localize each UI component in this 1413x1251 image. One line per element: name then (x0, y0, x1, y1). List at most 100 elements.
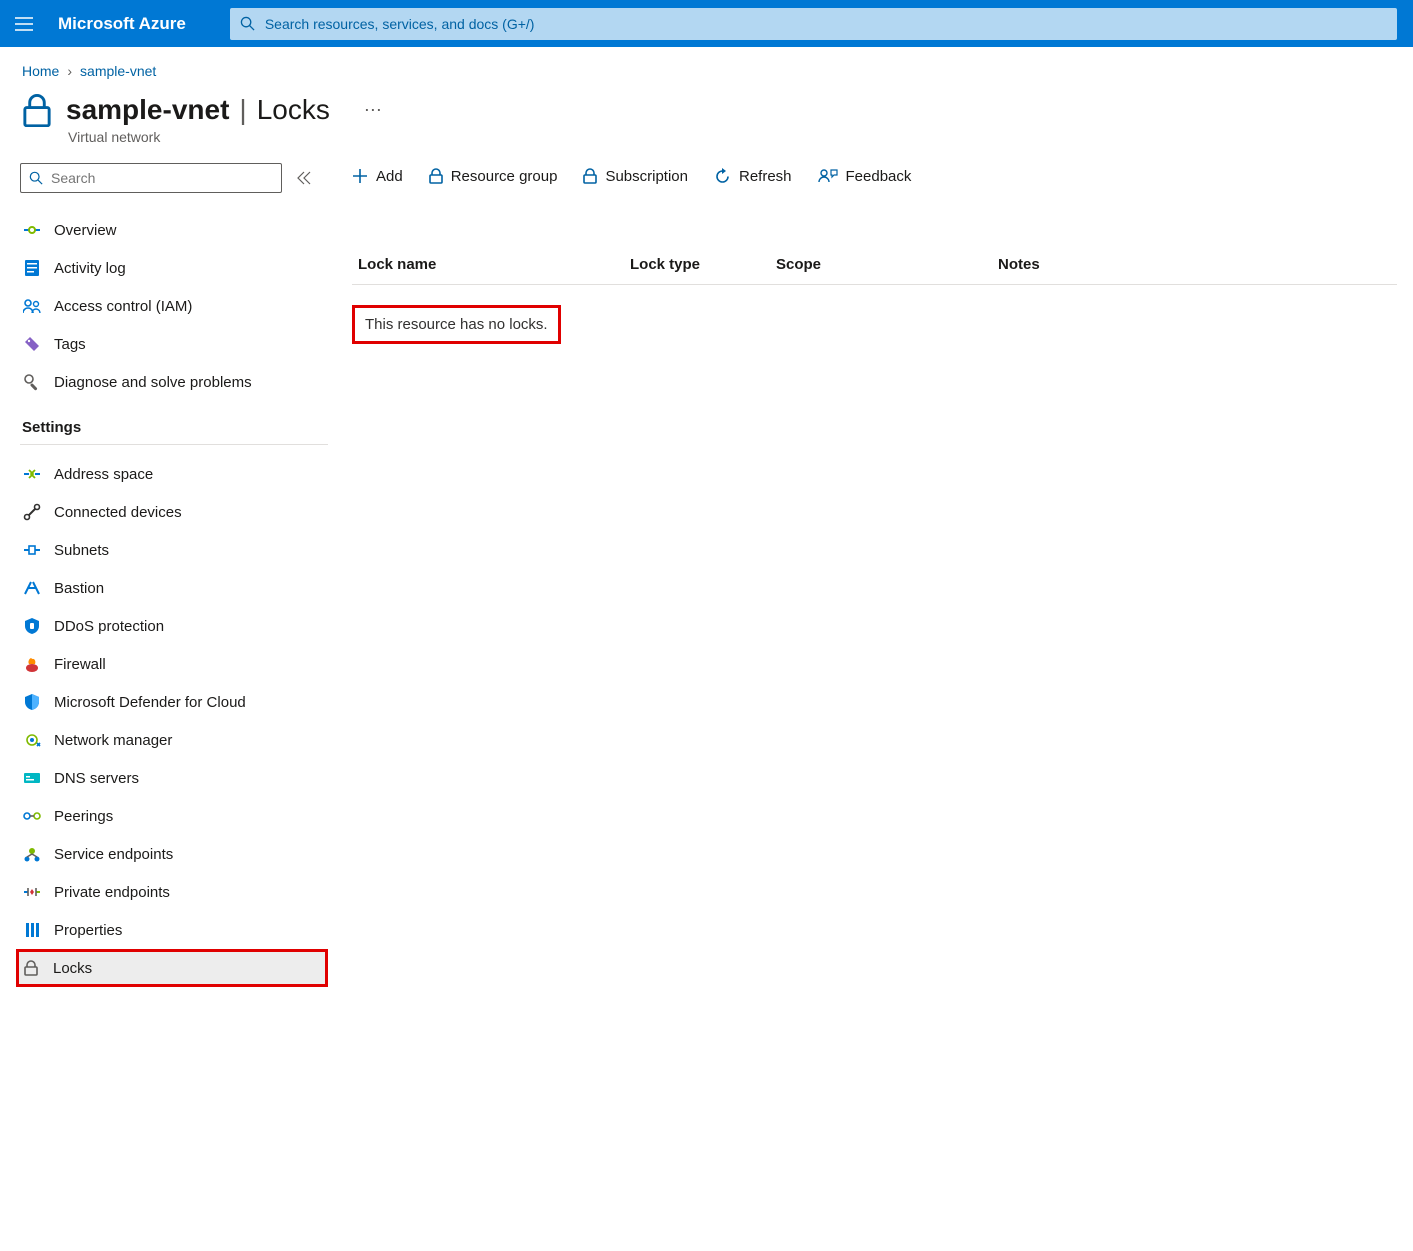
refresh-icon (714, 168, 731, 185)
sidebar-item-tags[interactable]: Tags (20, 325, 328, 363)
collapse-sidebar-icon[interactable] (296, 171, 312, 185)
lock-icon (22, 93, 52, 127)
title-section: Locks (257, 94, 330, 126)
sidebar-item-label: Subnets (54, 542, 109, 559)
sidebar-item-overview[interactable]: Overview (20, 211, 328, 249)
hamburger-icon[interactable] (6, 6, 42, 42)
bastion-icon (22, 580, 42, 596)
toolbar-label: Feedback (846, 168, 912, 185)
sidebar-item-subnets[interactable]: Subnets (20, 531, 328, 569)
toolbar-label: Resource group (451, 168, 558, 185)
toolbar-label: Subscription (605, 168, 688, 185)
sidebar-item-bastion[interactable]: Bastion (20, 569, 328, 607)
page-title-row: sample-vnet | Locks ⋯ (0, 85, 1413, 129)
overview-icon (22, 223, 42, 237)
tags-icon (22, 336, 42, 352)
column-lock-name[interactable]: Lock name (352, 256, 630, 273)
sidebar-item-defender[interactable]: Microsoft Defender for Cloud (20, 683, 328, 721)
refresh-button[interactable]: Refresh (714, 168, 792, 185)
page-title: sample-vnet | Locks (66, 94, 330, 126)
sidebar-search[interactable] (20, 163, 282, 193)
sidebar-item-locks[interactable]: Locks (16, 949, 328, 987)
sidebar-item-address-space[interactable]: Address space (20, 455, 328, 493)
diagnose-icon (22, 373, 42, 391)
add-button[interactable]: Add (352, 168, 403, 185)
sidebar-item-connected-devices[interactable]: Connected devices (20, 493, 328, 531)
global-search[interactable]: Search resources, services, and docs (G+… (230, 8, 1397, 40)
sidebar-item-label: Activity log (54, 260, 126, 277)
sidebar-item-label: DDoS protection (54, 618, 164, 635)
sidebar-item-label: Service endpoints (54, 846, 173, 863)
sidebar-item-label: Private endpoints (54, 884, 170, 901)
title-separator: | (239, 94, 246, 126)
brand-label[interactable]: Microsoft Azure (42, 14, 220, 34)
toolbar-label: Add (376, 168, 403, 185)
sidebar-item-ddos[interactable]: DDoS protection (20, 607, 328, 645)
main-content: Add Resource group Subscription Refresh … (328, 163, 1413, 344)
sidebar-item-peerings[interactable]: Peerings (20, 797, 328, 835)
activity-log-icon (22, 259, 42, 277)
sidebar-item-diagnose[interactable]: Diagnose and solve problems (20, 363, 328, 401)
empty-state-message: This resource has no locks. (352, 305, 561, 344)
sidebar-item-service-endpoints[interactable]: Service endpoints (20, 835, 328, 873)
sidebar-item-label: Bastion (54, 580, 104, 597)
sidebar-item-label: Firewall (54, 656, 106, 673)
more-menu-icon[interactable]: ⋯ (364, 100, 384, 121)
sidebar-section-settings: Settings (20, 401, 328, 445)
breadcrumb-home[interactable]: Home (22, 63, 59, 79)
sidebar-item-label: Peerings (54, 808, 113, 825)
subscription-button[interactable]: Subscription (583, 168, 688, 185)
sidebar-item-activity-log[interactable]: Activity log (20, 249, 328, 287)
lock-icon (583, 168, 597, 184)
feedback-icon (818, 168, 838, 184)
breadcrumb: Home › sample-vnet (0, 47, 1413, 85)
sidebar-item-label: Overview (54, 222, 117, 239)
subnets-icon (22, 544, 42, 556)
defender-icon (22, 693, 42, 711)
sidebar: Overview Activity log Access control (IA… (0, 163, 328, 1007)
column-notes[interactable]: Notes (998, 256, 1078, 273)
iam-icon (22, 298, 42, 314)
sidebar-item-label: Access control (IAM) (54, 298, 192, 315)
sidebar-item-label: Properties (54, 922, 122, 939)
sidebar-search-input[interactable] (51, 170, 273, 186)
sidebar-item-network-manager[interactable]: Network manager (20, 721, 328, 759)
toolbar: Add Resource group Subscription Refresh … (352, 159, 1397, 193)
feedback-button[interactable]: Feedback (818, 168, 912, 185)
sidebar-settings-list: Address space Connected devices Subnets … (20, 455, 328, 987)
lock-icon (21, 960, 41, 976)
breadcrumb-current[interactable]: sample-vnet (80, 63, 156, 79)
toolbar-label: Refresh (739, 168, 792, 185)
lock-icon (429, 168, 443, 184)
sidebar-item-iam[interactable]: Access control (IAM) (20, 287, 328, 325)
sidebar-item-label: Tags (54, 336, 86, 353)
sidebar-item-label: Microsoft Defender for Cloud (54, 694, 246, 711)
sidebar-item-label: Locks (53, 960, 92, 977)
dns-icon (22, 771, 42, 785)
resource-type-label: Virtual network (0, 129, 1413, 163)
ddos-icon (22, 617, 42, 635)
locks-table-header: Lock name Lock type Scope Notes (352, 245, 1397, 285)
connected-devices-icon (22, 503, 42, 521)
sidebar-item-firewall[interactable]: Firewall (20, 645, 328, 683)
network-manager-icon (22, 731, 42, 749)
resource-name: sample-vnet (66, 94, 229, 126)
sidebar-top-list: Overview Activity log Access control (IA… (20, 211, 328, 401)
firewall-icon (22, 656, 42, 672)
properties-icon (22, 922, 42, 938)
private-endpoints-icon (22, 885, 42, 899)
sidebar-item-dns[interactable]: DNS servers (20, 759, 328, 797)
search-icon (240, 16, 255, 31)
sidebar-item-label: Connected devices (54, 504, 182, 521)
sidebar-item-private-endpoints[interactable]: Private endpoints (20, 873, 328, 911)
column-scope[interactable]: Scope (776, 256, 998, 273)
sidebar-item-properties[interactable]: Properties (20, 911, 328, 949)
sidebar-item-label: Diagnose and solve problems (54, 374, 252, 391)
resource-group-button[interactable]: Resource group (429, 168, 558, 185)
column-lock-type[interactable]: Lock type (630, 256, 776, 273)
search-icon (29, 171, 43, 185)
peerings-icon (22, 809, 42, 823)
plus-icon (352, 168, 368, 184)
address-space-icon (22, 468, 42, 480)
sidebar-item-label: Address space (54, 466, 153, 483)
